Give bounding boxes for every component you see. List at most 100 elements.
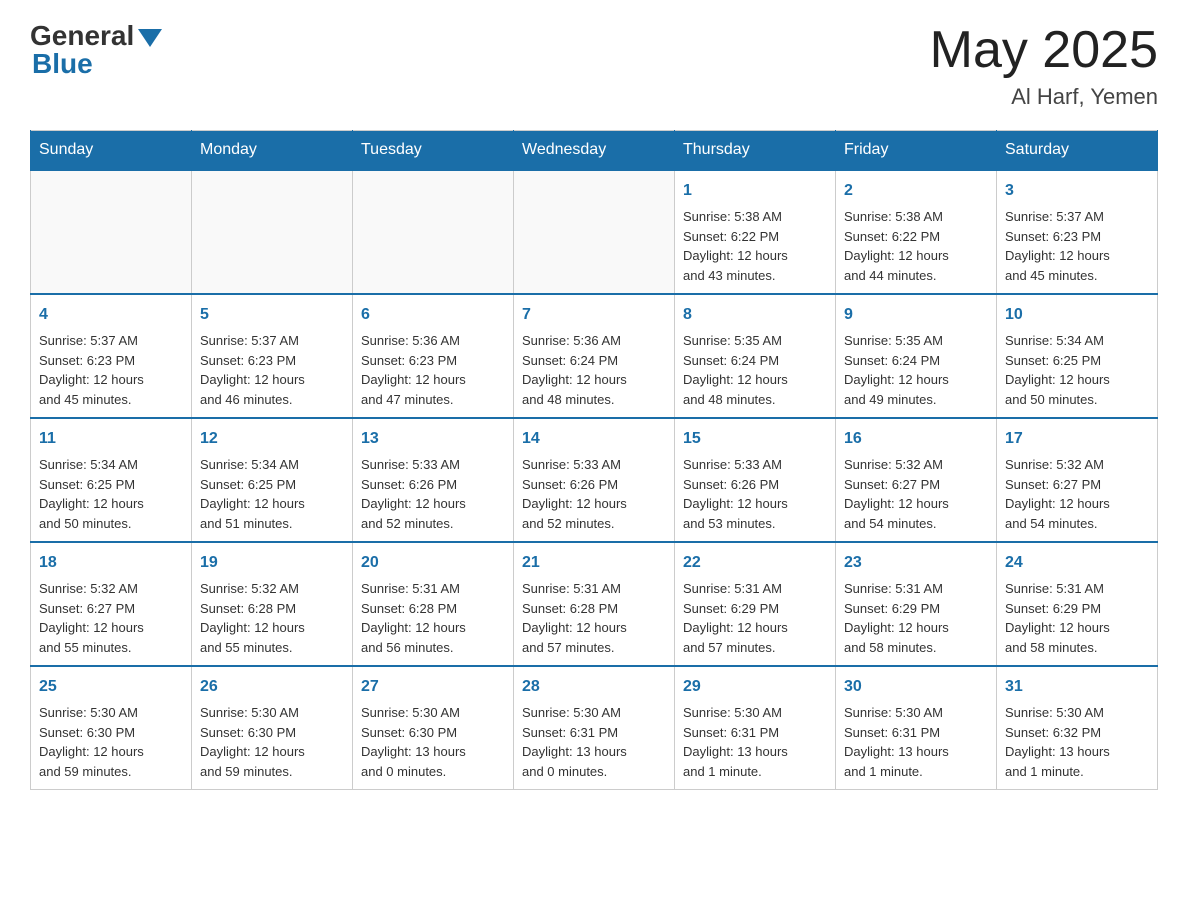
- calendar-cell: 29Sunrise: 5:30 AMSunset: 6:31 PMDayligh…: [675, 666, 836, 790]
- day-info-line: Sunset: 6:31 PM: [522, 723, 666, 743]
- day-info-line: and 57 minutes.: [683, 638, 827, 658]
- day-info-line: and 50 minutes.: [39, 514, 183, 534]
- day-info-line: and 54 minutes.: [1005, 514, 1149, 534]
- title-section: May 2025 Al Harf, Yemen: [930, 20, 1158, 110]
- day-info-line: Sunrise: 5:30 AM: [39, 703, 183, 723]
- logo-blue-text: Blue: [32, 48, 93, 80]
- day-info-line: Sunrise: 5:32 AM: [844, 455, 988, 475]
- calendar-cell: 19Sunrise: 5:32 AMSunset: 6:28 PMDayligh…: [192, 542, 353, 666]
- day-number: 24: [1005, 551, 1149, 575]
- day-info-line: Sunrise: 5:36 AM: [361, 331, 505, 351]
- day-info-line: Daylight: 12 hours: [1005, 246, 1149, 266]
- calendar-cell: 18Sunrise: 5:32 AMSunset: 6:27 PMDayligh…: [31, 542, 192, 666]
- calendar-cell: 8Sunrise: 5:35 AMSunset: 6:24 PMDaylight…: [675, 294, 836, 418]
- day-info-line: Daylight: 12 hours: [522, 618, 666, 638]
- day-number: 9: [844, 303, 988, 327]
- calendar-cell: 2Sunrise: 5:38 AMSunset: 6:22 PMDaylight…: [836, 170, 997, 294]
- day-info-line: and 45 minutes.: [39, 390, 183, 410]
- day-info-line: Sunset: 6:30 PM: [39, 723, 183, 743]
- day-info-line: Daylight: 12 hours: [200, 494, 344, 514]
- day-number: 15: [683, 427, 827, 451]
- day-info-line: and 44 minutes.: [844, 266, 988, 286]
- day-info-line: Sunrise: 5:36 AM: [522, 331, 666, 351]
- day-info-line: Daylight: 12 hours: [844, 370, 988, 390]
- calendar-cell: 26Sunrise: 5:30 AMSunset: 6:30 PMDayligh…: [192, 666, 353, 790]
- day-info-line: Sunset: 6:30 PM: [361, 723, 505, 743]
- day-info-line: Sunrise: 5:31 AM: [683, 579, 827, 599]
- day-info-line: Sunrise: 5:34 AM: [200, 455, 344, 475]
- day-info-line: Sunrise: 5:30 AM: [1005, 703, 1149, 723]
- day-info-line: and 49 minutes.: [844, 390, 988, 410]
- day-info-line: and 1 minute.: [683, 762, 827, 782]
- day-info-line: Daylight: 12 hours: [522, 494, 666, 514]
- day-info-line: Sunrise: 5:38 AM: [844, 207, 988, 227]
- day-number: 20: [361, 551, 505, 575]
- day-number: 7: [522, 303, 666, 327]
- day-number: 26: [200, 675, 344, 699]
- calendar-week-row: 1Sunrise: 5:38 AMSunset: 6:22 PMDaylight…: [31, 170, 1158, 294]
- calendar-cell: 5Sunrise: 5:37 AMSunset: 6:23 PMDaylight…: [192, 294, 353, 418]
- day-number: 27: [361, 675, 505, 699]
- day-info-line: and 53 minutes.: [683, 514, 827, 534]
- day-info-line: Sunset: 6:29 PM: [1005, 599, 1149, 619]
- day-number: 21: [522, 551, 666, 575]
- day-number: 29: [683, 675, 827, 699]
- day-number: 10: [1005, 303, 1149, 327]
- calendar-cell: 3Sunrise: 5:37 AMSunset: 6:23 PMDaylight…: [997, 170, 1158, 294]
- day-info-line: Sunset: 6:27 PM: [1005, 475, 1149, 495]
- day-number: 2: [844, 179, 988, 203]
- day-info-line: Daylight: 12 hours: [361, 494, 505, 514]
- day-number: 8: [683, 303, 827, 327]
- day-info-line: and 58 minutes.: [1005, 638, 1149, 658]
- day-info-line: Daylight: 13 hours: [844, 742, 988, 762]
- calendar-cell: 28Sunrise: 5:30 AMSunset: 6:31 PMDayligh…: [514, 666, 675, 790]
- calendar-cell: 16Sunrise: 5:32 AMSunset: 6:27 PMDayligh…: [836, 418, 997, 542]
- calendar-cell: 30Sunrise: 5:30 AMSunset: 6:31 PMDayligh…: [836, 666, 997, 790]
- day-info-line: and 48 minutes.: [522, 390, 666, 410]
- day-info-line: and 1 minute.: [844, 762, 988, 782]
- day-info-line: Sunrise: 5:37 AM: [200, 331, 344, 351]
- day-info-line: Daylight: 12 hours: [1005, 494, 1149, 514]
- day-info-line: Sunset: 6:24 PM: [522, 351, 666, 371]
- day-info-line: and 47 minutes.: [361, 390, 505, 410]
- day-info-line: Sunrise: 5:33 AM: [683, 455, 827, 475]
- column-header-tuesday: Tuesday: [353, 131, 514, 171]
- day-info-line: Sunrise: 5:35 AM: [683, 331, 827, 351]
- day-info-line: and 43 minutes.: [683, 266, 827, 286]
- day-number: 31: [1005, 675, 1149, 699]
- day-info-line: and 54 minutes.: [844, 514, 988, 534]
- day-info-line: Sunset: 6:24 PM: [844, 351, 988, 371]
- day-info-line: and 50 minutes.: [1005, 390, 1149, 410]
- calendar-cell: 14Sunrise: 5:33 AMSunset: 6:26 PMDayligh…: [514, 418, 675, 542]
- day-info-line: Sunrise: 5:30 AM: [200, 703, 344, 723]
- calendar-cell: [514, 170, 675, 294]
- day-number: 17: [1005, 427, 1149, 451]
- day-info-line: and 52 minutes.: [522, 514, 666, 534]
- day-info-line: Daylight: 12 hours: [683, 494, 827, 514]
- calendar-cell: 6Sunrise: 5:36 AMSunset: 6:23 PMDaylight…: [353, 294, 514, 418]
- column-header-saturday: Saturday: [997, 131, 1158, 171]
- day-info-line: Sunset: 6:28 PM: [361, 599, 505, 619]
- day-info-line: Daylight: 13 hours: [522, 742, 666, 762]
- day-info-line: Daylight: 12 hours: [200, 618, 344, 638]
- day-info-line: Sunrise: 5:34 AM: [1005, 331, 1149, 351]
- day-info-line: Daylight: 12 hours: [1005, 618, 1149, 638]
- day-info-line: Sunset: 6:32 PM: [1005, 723, 1149, 743]
- calendar-cell: 31Sunrise: 5:30 AMSunset: 6:32 PMDayligh…: [997, 666, 1158, 790]
- day-number: 11: [39, 427, 183, 451]
- day-info-line: Daylight: 12 hours: [683, 246, 827, 266]
- column-header-monday: Monday: [192, 131, 353, 171]
- day-info-line: Sunrise: 5:35 AM: [844, 331, 988, 351]
- day-info-line: Sunrise: 5:30 AM: [361, 703, 505, 723]
- calendar-cell: [31, 170, 192, 294]
- day-info-line: Daylight: 12 hours: [522, 370, 666, 390]
- calendar-cell: 11Sunrise: 5:34 AMSunset: 6:25 PMDayligh…: [31, 418, 192, 542]
- calendar-cell: 10Sunrise: 5:34 AMSunset: 6:25 PMDayligh…: [997, 294, 1158, 418]
- day-number: 18: [39, 551, 183, 575]
- calendar-cell: 9 Sunrise: 5:35 AMSunset: 6:24 PMDaylight…: [836, 294, 997, 418]
- calendar-cell: 17Sunrise: 5:32 AMSunset: 6:27 PMDayligh…: [997, 418, 1158, 542]
- day-info-line: Sunset: 6:26 PM: [683, 475, 827, 495]
- day-info-line: and 56 minutes.: [361, 638, 505, 658]
- day-number: 22: [683, 551, 827, 575]
- day-info-line: Sunrise: 5:37 AM: [1005, 207, 1149, 227]
